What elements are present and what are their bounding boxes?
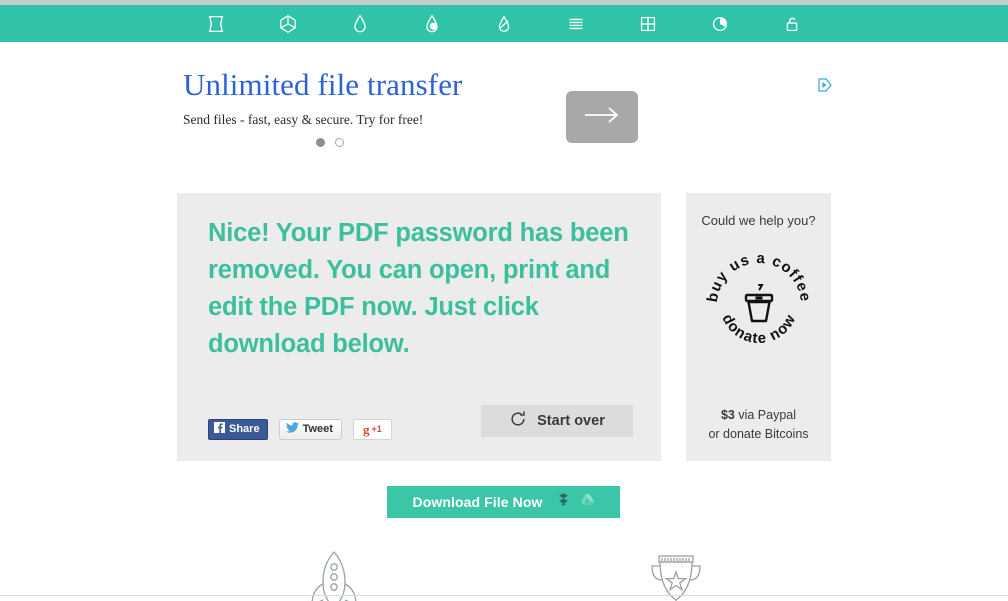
grid-tool[interactable]	[612, 5, 684, 42]
dropbox-icon[interactable]	[556, 492, 571, 512]
carousel-dot-1[interactable]	[316, 138, 325, 148]
pie-tool[interactable]	[684, 5, 756, 42]
download-label: Download File Now	[412, 494, 543, 510]
donate-question: Could we help you?	[701, 213, 816, 228]
ad-subtitle: Send files - fast, easy & secure. Try fo…	[183, 112, 424, 128]
grid-icon	[637, 13, 659, 35]
twitter-tweet-label: Tweet	[302, 423, 333, 435]
list-tool[interactable]	[540, 5, 612, 42]
facebook-icon	[214, 422, 225, 437]
eraser-icon	[493, 13, 515, 35]
donate-amount: $3	[720, 408, 735, 422]
rocket-icon	[304, 548, 364, 601]
donate-method: via Paypal	[734, 408, 797, 422]
ad-cta-button[interactable]	[566, 91, 638, 143]
twitter-bird-icon	[285, 422, 299, 437]
badge-bottom-text: donate now	[718, 311, 798, 347]
svg-text:donate now: donate now	[718, 311, 799, 347]
unlock-icon	[781, 13, 803, 35]
result-message: Nice! Your PDF password has been removed…	[208, 219, 629, 358]
donate-price[interactable]: $3 via Paypal or donate Bitcoins	[686, 406, 831, 444]
bottom-illustrations	[0, 535, 1008, 601]
merge-circles-icon	[421, 13, 443, 35]
carousel-dot-2[interactable]	[335, 138, 344, 148]
donate-panel: Could we help you? buy us a coffee donat…	[686, 193, 831, 461]
facebook-share-label: Share	[229, 423, 260, 435]
cube-tool[interactable]	[252, 5, 324, 42]
start-over-label: Start over	[537, 413, 605, 429]
donate-bitcoin-line: or donate Bitcoins	[708, 427, 809, 441]
arrow-right-icon	[579, 102, 625, 133]
buy-coffee-badge[interactable]: buy us a coffee donate now	[686, 245, 831, 355]
cube-icon	[277, 13, 299, 35]
google-plusone-button[interactable]: g +1	[352, 419, 392, 440]
droplet-icon	[349, 13, 371, 35]
app-toolbar	[0, 5, 1008, 42]
unlock-tool[interactable]	[756, 5, 828, 42]
refresh-icon	[509, 410, 527, 432]
twitter-tweet-button[interactable]: Tweet	[278, 419, 342, 440]
google-drive-icon[interactable]	[580, 492, 595, 512]
ad-title[interactable]: Unlimited file transfer	[183, 67, 833, 102]
google-plus-one-label: +1	[371, 424, 382, 434]
droplet-tool[interactable]	[324, 5, 396, 42]
trophy-icon	[645, 552, 707, 601]
adchoices-icon[interactable]	[817, 77, 833, 93]
artboard-tool[interactable]	[180, 5, 252, 42]
google-plus-g-label: g	[362, 422, 370, 437]
download-target-icons	[556, 492, 595, 512]
bottom-divider	[0, 595, 1008, 596]
eraser-tool[interactable]	[468, 5, 540, 42]
coffee-cup-icon	[744, 293, 773, 323]
start-over-button[interactable]: Start over	[481, 405, 633, 437]
result-panel: Nice! Your PDF password has been removed…	[177, 193, 661, 461]
hamburger-icon	[565, 13, 587, 35]
facebook-share-button[interactable]: Share	[208, 419, 268, 440]
ad-banner: Unlimited file transfer Send files - fas…	[183, 67, 833, 168]
artboard-icon	[205, 13, 227, 35]
pie-icon	[709, 13, 731, 35]
download-file-button[interactable]: Download File Now	[387, 486, 620, 518]
merge-tool[interactable]	[396, 5, 468, 42]
social-share-row: Share Tweet g +1	[208, 419, 392, 440]
